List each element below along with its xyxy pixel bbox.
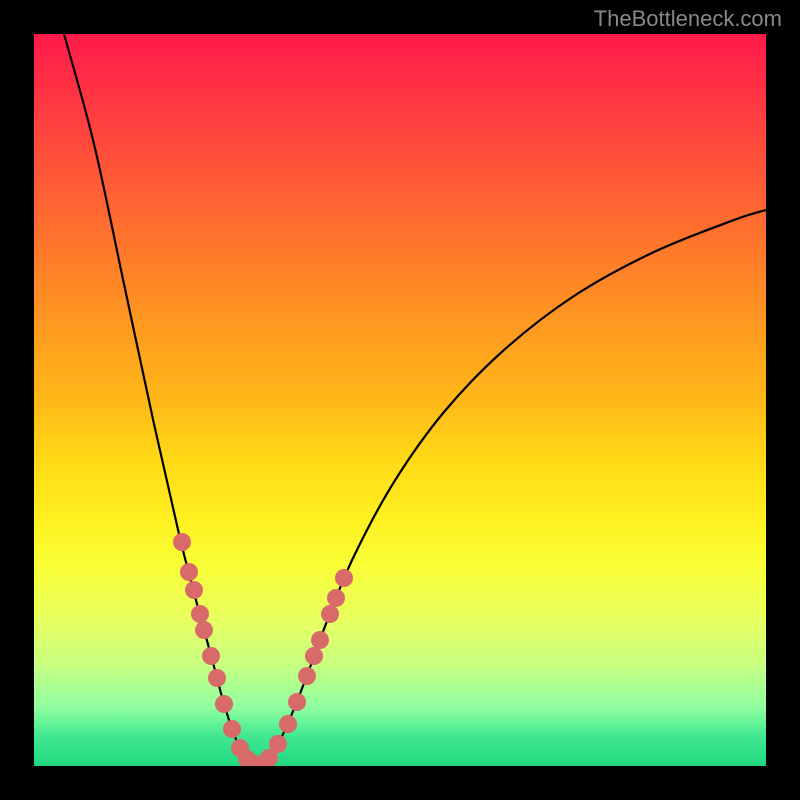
data-dot (215, 695, 233, 713)
data-dot (208, 669, 226, 687)
data-dot (223, 720, 241, 738)
data-dot (305, 647, 323, 665)
data-dot (185, 581, 203, 599)
data-dot (269, 735, 287, 753)
data-dot (311, 631, 329, 649)
chart-plot-area (34, 34, 766, 766)
data-dot (288, 693, 306, 711)
data-dot (298, 667, 316, 685)
data-dot (335, 569, 353, 587)
curve-left (64, 34, 259, 766)
data-dot (180, 563, 198, 581)
bottleneck-curve-svg (34, 34, 766, 766)
data-dot (202, 647, 220, 665)
curve-right (259, 210, 766, 766)
data-dot (279, 715, 297, 733)
data-dot (195, 621, 213, 639)
data-dot (173, 533, 191, 551)
data-dots (173, 533, 353, 766)
data-dot (327, 589, 345, 607)
watermark-text: TheBottleneck.com (594, 6, 782, 32)
data-dot (191, 605, 209, 623)
data-dot (321, 605, 339, 623)
